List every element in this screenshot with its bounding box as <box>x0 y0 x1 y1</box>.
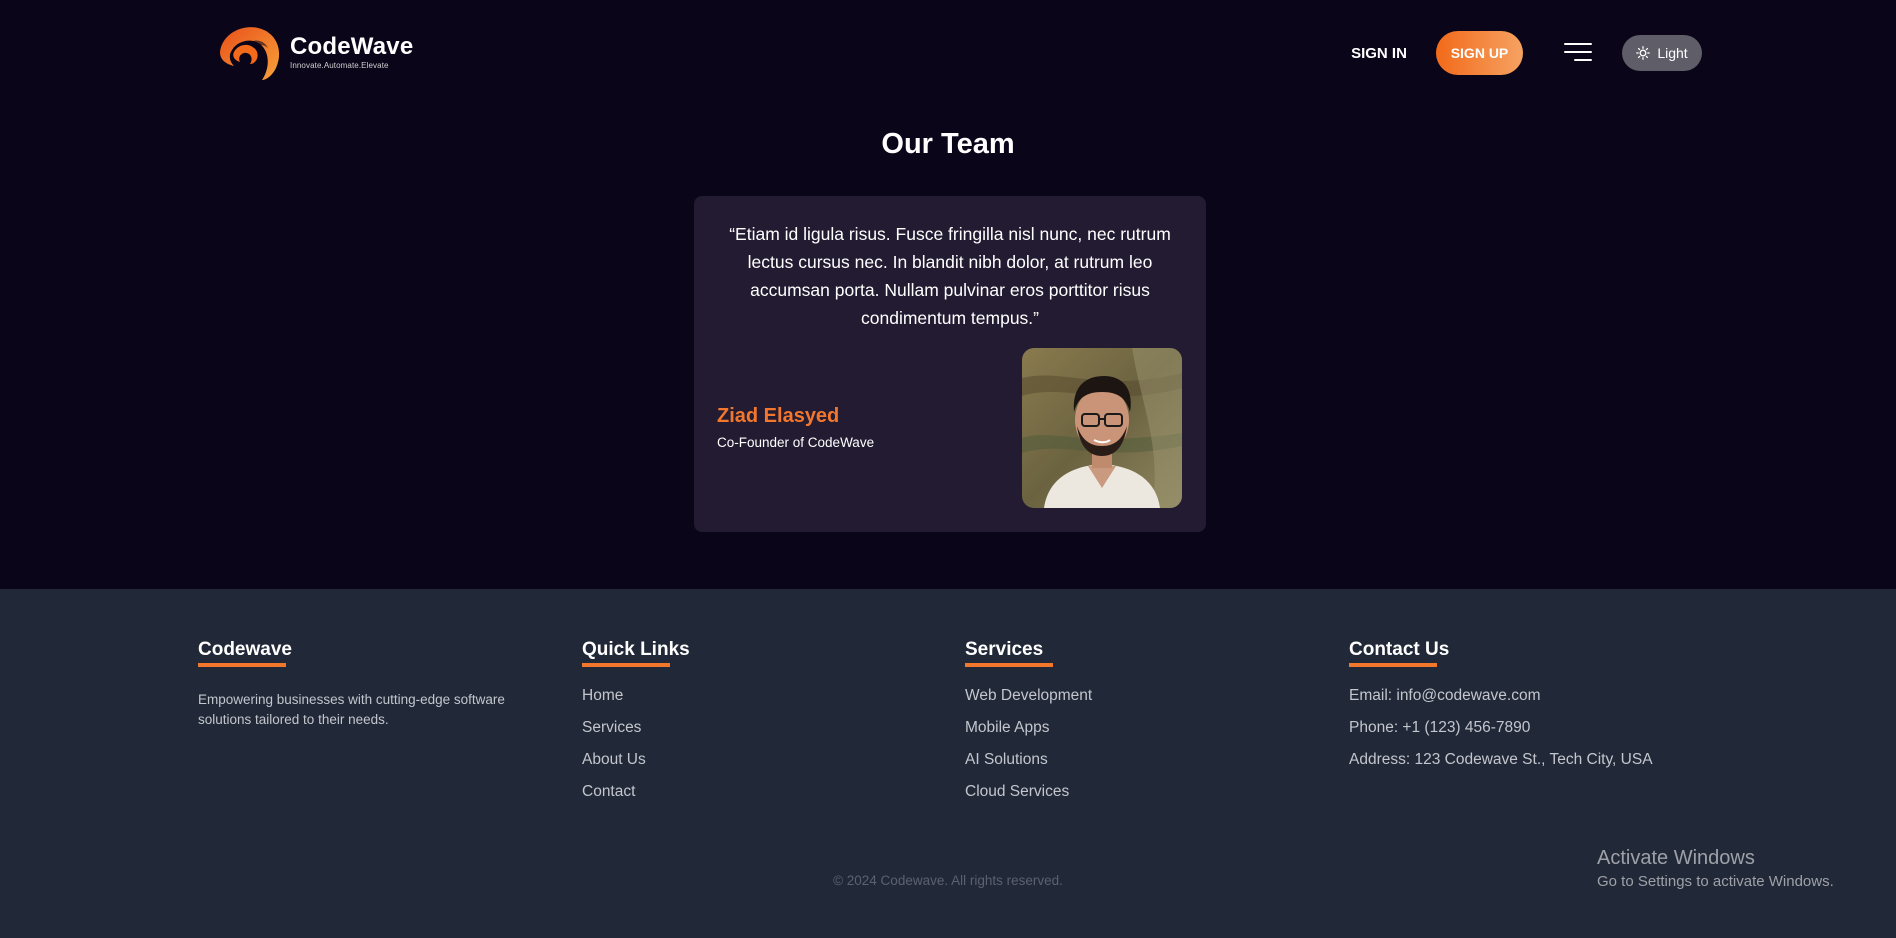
footer-quick-links-column: Quick Links Home Services About Us Conta… <box>582 639 690 814</box>
hamburger-menu-icon[interactable] <box>1562 40 1592 64</box>
sign-in-button[interactable]: SIGN IN <box>1336 36 1422 70</box>
logo-name: CodeWave <box>290 33 414 60</box>
services-list: Web Development Mobile Apps AI Solutions… <box>965 686 1092 814</box>
testimonial-quote: “Etiam id ligula risus. Fusce fringilla … <box>729 224 1171 328</box>
footer-link-about-us[interactable]: About Us <box>582 750 690 782</box>
footer-heading-brand: Codewave <box>198 639 292 667</box>
contact-address: Address: 123 Codewave St., Tech City, US… <box>1349 751 1653 768</box>
testimonial-card: “Etiam id ligula risus. Fusce fringilla … <box>694 196 1206 532</box>
heading-underline <box>965 663 1053 667</box>
contact-email: Email: info@codewave.com <box>1349 687 1541 704</box>
footer-service-web-development[interactable]: Web Development <box>965 686 1092 718</box>
footer-heading-contact: Contact Us <box>1349 639 1450 667</box>
logo-tagline: Innovate.Automate.Elevate <box>290 61 389 70</box>
logo-text: CodeWave Innovate.Automate.Elevate <box>290 33 414 71</box>
theme-toggle-label: Light <box>1657 45 1688 61</box>
heading-underline <box>198 663 286 667</box>
quick-links-list: Home Services About Us Contact <box>582 686 690 814</box>
activate-windows-watermark: Activate Windows Go to Settings to activ… <box>1597 845 1834 892</box>
footer-brand-description: Empowering businesses with cutting-edge … <box>198 692 505 727</box>
footer-service-mobile-apps[interactable]: Mobile Apps <box>965 718 1092 750</box>
footer-link-contact[interactable]: Contact <box>582 782 690 814</box>
footer-link-home[interactable]: Home <box>582 686 690 718</box>
footer-service-cloud-services[interactable]: Cloud Services <box>965 782 1092 814</box>
footer-services-column: Services Web Development Mobile Apps AI … <box>965 639 1092 814</box>
sign-up-button[interactable]: SIGN UP <box>1436 31 1523 75</box>
footer-heading-brand-text: Codewave <box>198 639 292 660</box>
footer-brand-column: Codewave Empowering businesses with cutt… <box>198 639 528 730</box>
footer-heading-contact-text: Contact Us <box>1349 639 1450 660</box>
heading-underline <box>582 663 670 667</box>
footer-link-services[interactable]: Services <box>582 718 690 750</box>
footer-contact-column: Contact Us Email: info@codewave.com Phon… <box>1349 639 1653 782</box>
footer-heading-quick-links-text: Quick Links <box>582 639 690 660</box>
footer-service-ai-solutions[interactable]: AI Solutions <box>965 750 1092 782</box>
heading-underline <box>1349 663 1437 667</box>
member-role: Co-Founder of CodeWave <box>717 435 875 450</box>
contact-phone: Phone: +1 (123) 456-7890 <box>1349 719 1531 736</box>
logo[interactable]: CodeWave Innovate.Automate.Elevate <box>218 22 413 82</box>
section-title: Our Team <box>881 128 1015 160</box>
theme-toggle-button[interactable]: Light <box>1622 35 1702 71</box>
footer-heading-services: Services <box>965 639 1053 667</box>
footer-heading-services-text: Services <box>965 639 1044 660</box>
activate-windows-title: Activate Windows <box>1597 847 1755 869</box>
member-photo <box>1022 348 1182 508</box>
footer-heading-quick-links: Quick Links <box>582 639 690 667</box>
sun-icon <box>1636 46 1651 60</box>
member-name: Ziad Elasyed <box>717 405 840 427</box>
site-header: CodeWave Innovate.Automate.Elevate SIGN … <box>0 0 1896 106</box>
contact-list: Email: info@codewave.com Phone: +1 (123)… <box>1349 686 1653 782</box>
logo-wave-icon <box>220 27 280 80</box>
activate-windows-subtitle: Go to Settings to activate Windows. <box>1597 873 1834 890</box>
